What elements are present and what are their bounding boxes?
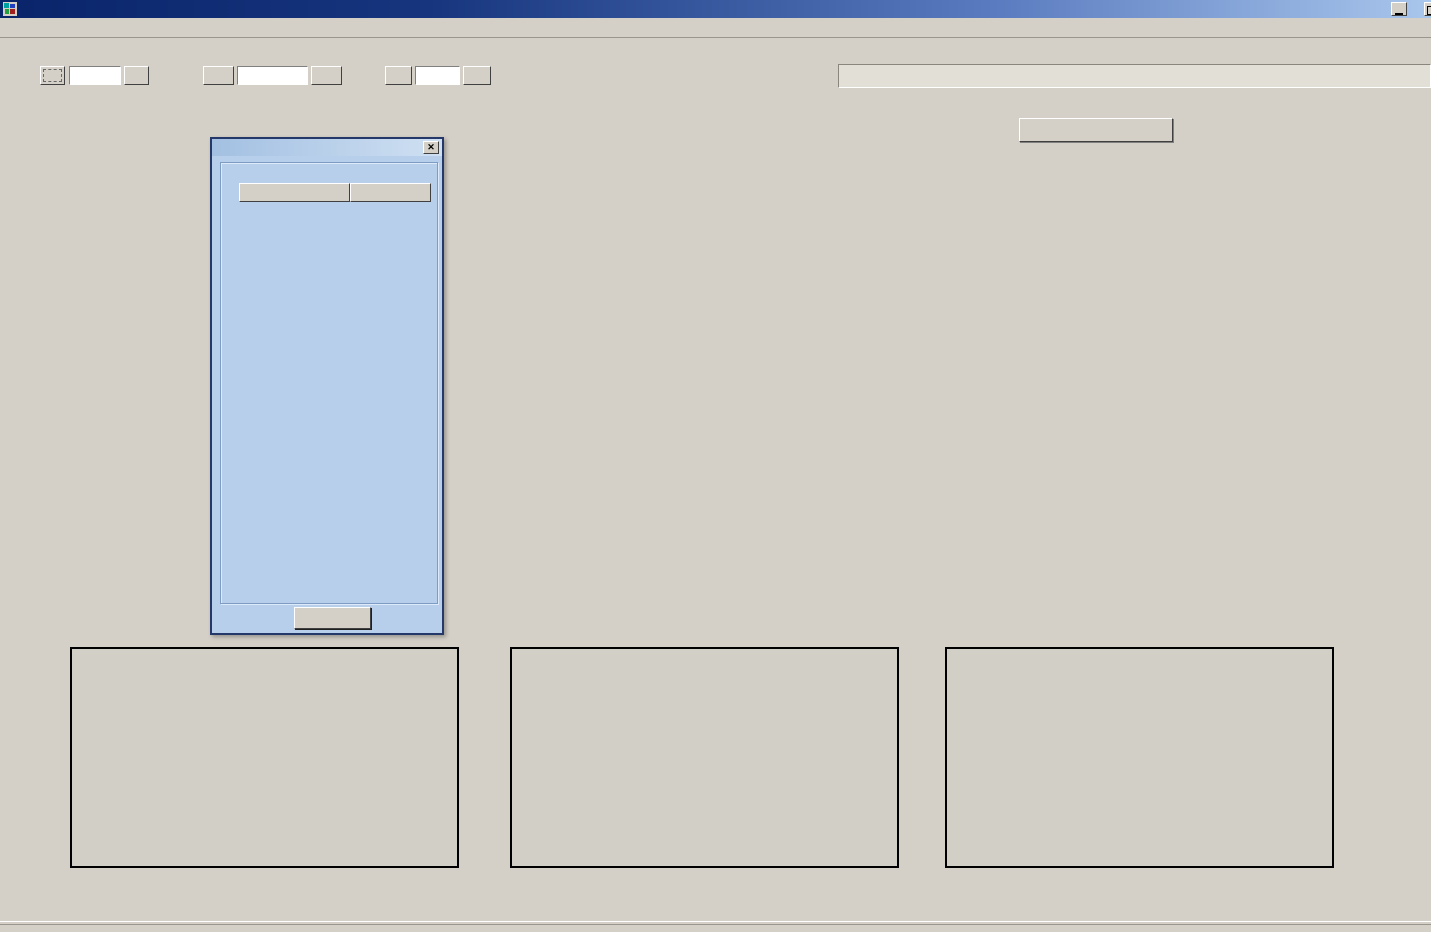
dialog-close-button[interactable]: ✕ bbox=[423, 141, 439, 154]
table-header-row bbox=[239, 183, 431, 202]
app-window: ✕ bbox=[0, 0, 1431, 932]
displacement-spectrum-panel bbox=[945, 647, 1334, 868]
trace-header-groupbox bbox=[220, 162, 438, 604]
record-num-panel[interactable] bbox=[1019, 118, 1173, 142]
acceleration-spectrum-panel bbox=[510, 647, 899, 868]
dialog-close-action-button[interactable] bbox=[294, 607, 371, 629]
velocity-spectrum-panel bbox=[70, 647, 459, 868]
close-icon: ✕ bbox=[427, 142, 435, 152]
peak-velocity-label bbox=[1199, 256, 1218, 273]
trace-header-dialog: ✕ bbox=[210, 137, 444, 635]
peak-displacement-label bbox=[1198, 455, 1217, 472]
column-header-value bbox=[350, 183, 431, 202]
status-bar bbox=[0, 921, 1431, 925]
column-header-name bbox=[239, 183, 350, 202]
dialog-titlebar[interactable]: ✕ bbox=[212, 139, 442, 156]
trace-header-table bbox=[239, 183, 431, 202]
peak-acceleration-label bbox=[1200, 355, 1219, 372]
